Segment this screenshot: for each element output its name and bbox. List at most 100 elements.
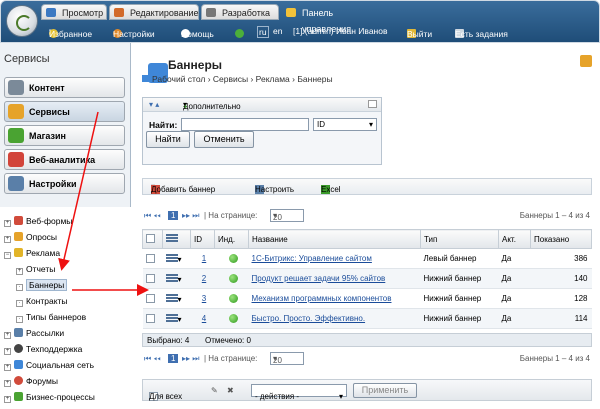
sidebar-button-settings[interactable]: Настройки xyxy=(4,173,125,194)
row-checkbox[interactable] xyxy=(145,273,155,283)
collapse-icon[interactable]: ▾ ▴ xyxy=(149,100,159,109)
filter-close-icon[interactable] xyxy=(368,100,377,108)
last-page-icon[interactable]: ▸▸ ⏭ xyxy=(182,354,199,364)
sidebar-button-analytics[interactable]: Веб-аналитика xyxy=(4,149,125,170)
tree-item-contracts[interactable]: · Контракты xyxy=(16,296,68,310)
select-all-checkbox[interactable] xyxy=(146,234,155,243)
tab-view[interactable]: Просмотр xyxy=(41,4,107,20)
first-page-icon[interactable]: ⏮ ◂◂ xyxy=(144,211,161,221)
tree-item-advertising[interactable]: − Реклама xyxy=(4,248,60,262)
current-page[interactable]: 1 xyxy=(168,354,179,363)
row-name-link[interactable]: Механизм программных компонентов xyxy=(252,294,392,303)
tree-label: Рассылки xyxy=(26,328,65,338)
row-menu-cell[interactable]: ▾ xyxy=(162,308,191,329)
tree-item-bizproc[interactable]: + Бизнес-процессы xyxy=(4,392,95,406)
breadcrumb-text[interactable]: Рабочий стол › Сервисы › Реклама › Банне… xyxy=(152,74,333,84)
row-menu-cell[interactable]: ▾ xyxy=(162,268,191,289)
col-name[interactable]: Название xyxy=(248,229,421,249)
tree-item-forums[interactable]: + Форумы xyxy=(4,376,58,390)
add-banner-button[interactable]: Добавить баннер ▾ xyxy=(151,182,215,194)
row-active: Да xyxy=(498,248,531,269)
per-page-value: 20 xyxy=(273,356,282,365)
row-shown: 128 xyxy=(530,288,592,309)
table-row[interactable]: ▾ 4 Быстро. Просто. Эффективно. Нижний б… xyxy=(142,308,592,329)
row-name-link[interactable]: Продукт решает задачи 95% сайтов xyxy=(252,274,386,283)
row-menu-icon[interactable] xyxy=(165,273,178,283)
edit-icon[interactable]: ✎ xyxy=(211,386,218,395)
view-icon xyxy=(46,8,56,17)
row-id[interactable]: 4 xyxy=(202,314,206,323)
col-active[interactable]: Акт. xyxy=(498,229,531,249)
per-page-select[interactable]: 20 ▾ xyxy=(270,209,304,222)
row-menu-icon[interactable] xyxy=(165,253,178,263)
filter-more[interactable]: + Дополнительно ▾ xyxy=(183,100,241,111)
current-page[interactable]: 1 xyxy=(168,211,179,220)
bitrix-logo-icon[interactable] xyxy=(6,5,38,37)
sidebar-button-shop[interactable]: Магазин xyxy=(4,125,125,146)
help-label: Помощь xyxy=(181,29,214,39)
row-type: Нижний баннер xyxy=(420,268,499,289)
col-type[interactable]: Тип xyxy=(420,229,499,249)
tab-control-panel[interactable]: Панель управления xyxy=(281,4,381,34)
row-menu-icon[interactable] xyxy=(165,293,178,303)
lang-en[interactable]: en xyxy=(273,26,282,36)
col-indicator[interactable]: Инд. xyxy=(214,229,249,249)
page-title-text: Баннеры xyxy=(168,58,223,72)
row-name-link[interactable]: Быстро. Просто. Эффективно. xyxy=(252,314,366,323)
row-id[interactable]: 2 xyxy=(202,274,206,283)
find-field-select[interactable]: ID ▾ xyxy=(313,118,377,131)
sidebar-button-content[interactable]: Контент xyxy=(4,77,125,98)
tree-item-support[interactable]: + Техподдержка xyxy=(4,344,82,358)
social-icon xyxy=(14,360,23,369)
tab-edit[interactable]: Редактирование xyxy=(109,4,199,20)
delete-icon[interactable]: ✖ xyxy=(227,386,234,395)
table-row[interactable]: ▾ 3 Механизм программных компонентов Ниж… xyxy=(142,288,592,309)
lang-ru[interactable]: ru xyxy=(257,26,269,38)
per-page-select[interactable]: 20 ▾ xyxy=(270,352,304,365)
tree-item-banner-types[interactable]: · Типы баннеров xyxy=(16,312,86,326)
apply-button[interactable]: Применить xyxy=(353,383,417,398)
table-row[interactable]: ▾ 1 1С-Битрикс: Управление сайтом Левый … xyxy=(142,248,592,269)
table-row[interactable]: ▾ 2 Продукт решает задачи 95% сайтов Ниж… xyxy=(142,268,592,289)
action-select[interactable]: - действия - ▾ xyxy=(251,384,347,401)
row-checkbox-cell[interactable] xyxy=(142,308,163,329)
shop-icon xyxy=(8,128,24,143)
select-all-cell[interactable] xyxy=(142,229,163,249)
tree-item-mailing[interactable]: + Рассылки xyxy=(4,328,64,342)
current-user[interactable]: [1] (admin) Иван Иванов xyxy=(293,26,388,36)
tree-item-polls[interactable]: + Опросы xyxy=(4,232,57,246)
tab-develop[interactable]: Разработка xyxy=(201,4,279,20)
tree-item-webforms[interactable]: + Веб-формы xyxy=(4,216,72,230)
last-page-icon[interactable]: ▸▸ ⏭ xyxy=(182,211,199,221)
row-id[interactable]: 3 xyxy=(202,294,206,303)
row-checkbox[interactable] xyxy=(145,253,155,263)
sidebar-button-services[interactable]: Сервисы xyxy=(4,101,125,122)
row-checkbox[interactable] xyxy=(145,313,155,323)
tree-item-reports[interactable]: + Отчеты xyxy=(16,264,55,278)
row-checkbox-cell[interactable] xyxy=(142,288,163,309)
configure-label: Настроить xyxy=(255,185,295,194)
breadcrumb: Рабочий стол › Сервисы › Реклама › Банне… xyxy=(142,74,333,84)
export-icon[interactable] xyxy=(580,55,592,67)
row-id[interactable]: 1 xyxy=(202,254,206,263)
row-menu-cell[interactable]: ▾ xyxy=(162,288,191,309)
row-checkbox-cell[interactable] xyxy=(142,248,163,269)
row-checkbox-cell[interactable] xyxy=(142,268,163,289)
tree-item-banners[interactable]: · Баннеры xyxy=(16,279,68,294)
row-menu-cell[interactable]: ▾ xyxy=(162,248,191,269)
first-page-icon[interactable]: ⏮ ◂◂ xyxy=(144,354,161,364)
row-name-link[interactable]: 1С-Битрикс: Управление сайтом xyxy=(252,254,372,263)
find-field-value: ID xyxy=(317,120,325,129)
row-checkbox[interactable] xyxy=(145,293,155,303)
row-menu-icon[interactable] xyxy=(165,313,178,323)
row-menu-header[interactable] xyxy=(162,229,191,249)
col-id[interactable]: ID xyxy=(190,229,215,249)
find-input[interactable] xyxy=(181,118,309,131)
col-shown[interactable]: Показано xyxy=(530,229,592,249)
favorites-menu[interactable]: Избранное▾ xyxy=(49,26,92,39)
tree-item-social[interactable]: + Социальная сеть xyxy=(4,360,94,374)
pager-bottom: ⏮ ◂◂ 1 ▸▸ ⏭ | На странице: 20 ▾ Баннеры … xyxy=(142,352,592,367)
tree-label: Баннеры xyxy=(26,279,68,291)
cancel-button[interactable]: Отменить xyxy=(194,131,254,148)
find-button[interactable]: Найти xyxy=(146,131,190,148)
